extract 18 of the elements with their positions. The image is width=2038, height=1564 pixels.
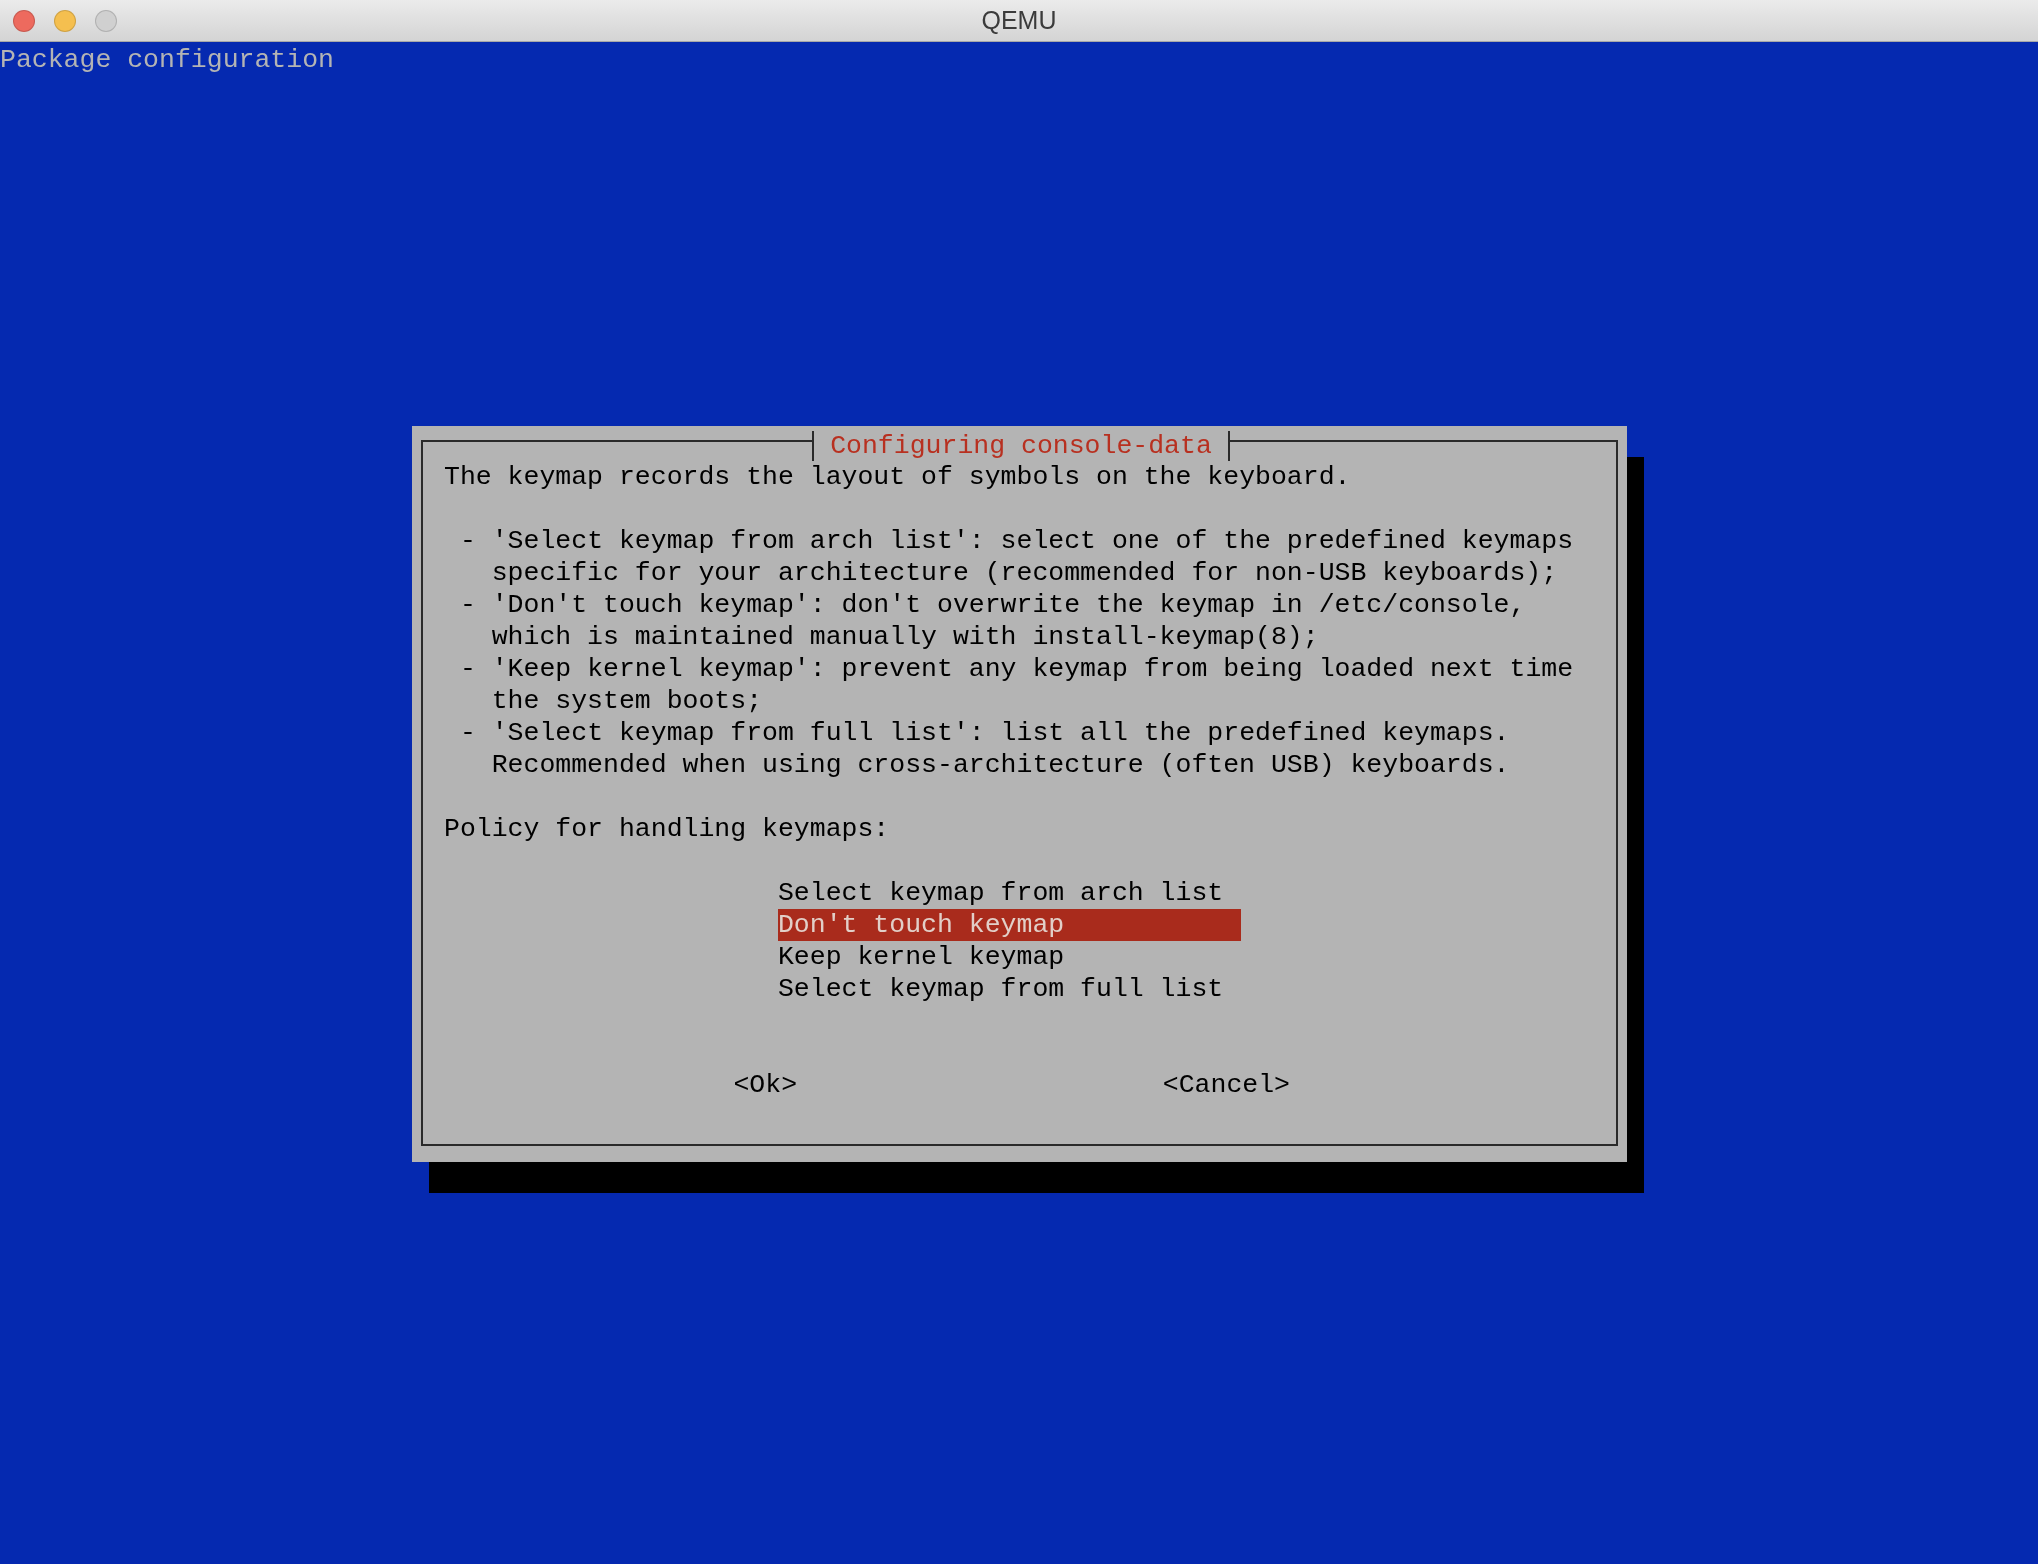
- menu-option[interactable]: Select keymap from full list: [777, 973, 1241, 1005]
- back-title: Package configuration: [0, 44, 334, 76]
- option-description: - 'Keep kernel keymap': prevent any keymap from being loaded next time the system boots;: [458, 653, 1575, 717]
- cancel-button[interactable]: <Cancel>: [1162, 1069, 1291, 1101]
- intro-text: The keymap records the layout of symbols on the keyboard.: [444, 461, 1352, 493]
- close-button[interactable]: [13, 10, 35, 32]
- option-description: - 'Don't touch keymap': don't overwrite the keymap in /etc/console, which is maintained manually with install-keymap(8);: [458, 589, 1527, 653]
- dialog-title: Configuring console-data: [812, 431, 1230, 461]
- option-description: - 'Select keymap from arch list': select one of the predefined keymaps specific for your architecture (recommended for non-USB keyboards);: [458, 525, 1575, 589]
- zoom-button[interactable]: [95, 10, 117, 32]
- window-title: QEMU: [981, 6, 1057, 35]
- prompt-text: Policy for handling keymaps:: [444, 813, 891, 845]
- minimize-button[interactable]: [54, 10, 76, 32]
- menu-option[interactable]: Select keymap from arch list: [777, 877, 1241, 909]
- option-description: - 'Select keymap from full list': list all the predefined keymaps. Recommended when using cross-architecture (often USB) keyboards.: [458, 717, 1511, 781]
- menu-option[interactable]: Don't touch keymap: [777, 909, 1241, 941]
- ok-button[interactable]: <Ok>: [733, 1069, 798, 1101]
- menu-option[interactable]: Keep kernel keymap: [777, 941, 1241, 973]
